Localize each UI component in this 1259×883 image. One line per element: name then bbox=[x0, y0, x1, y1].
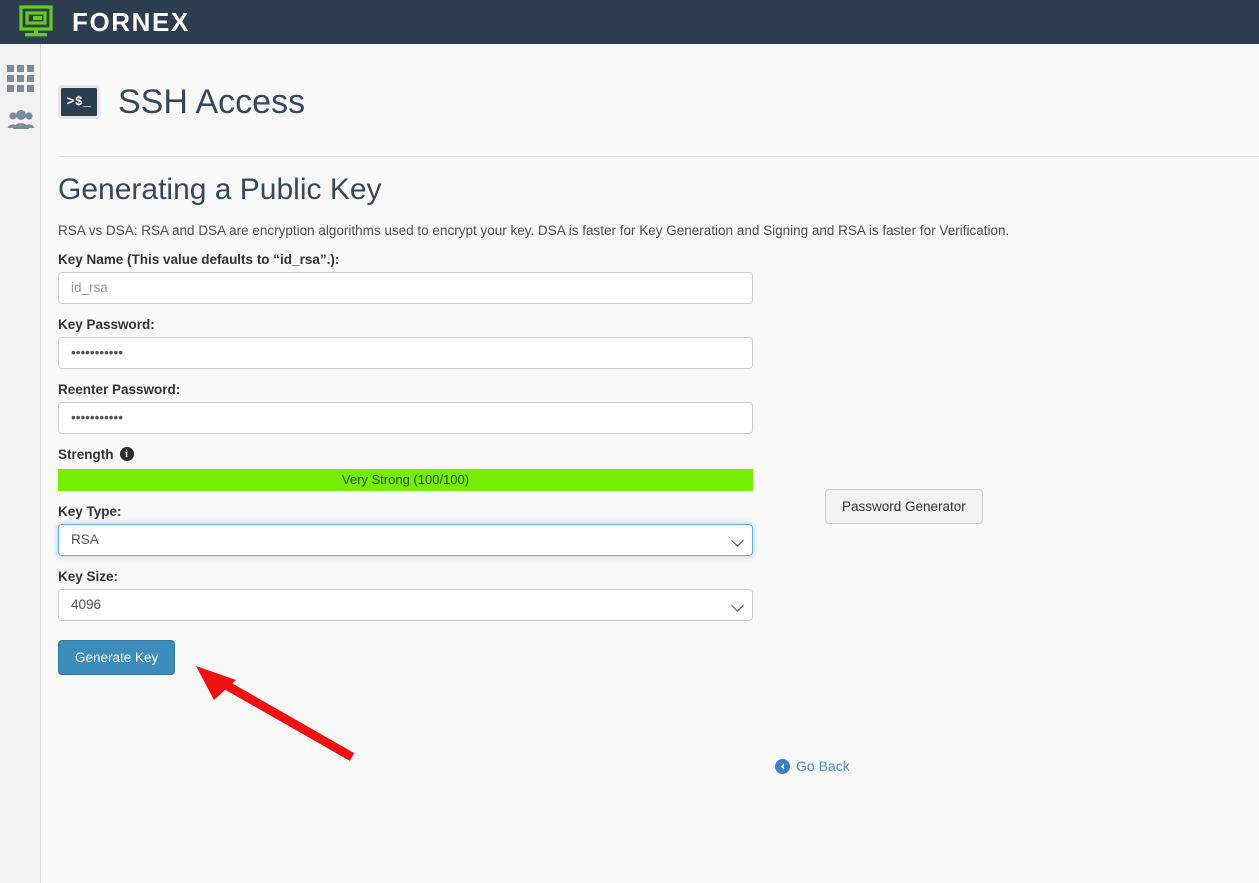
section-title: Generating a Public Key bbox=[58, 172, 382, 206]
go-back-link[interactable]: Go Back bbox=[775, 758, 850, 774]
key-size-field-group: Key Size: bbox=[58, 569, 753, 621]
go-back-label: Go Back bbox=[796, 758, 850, 774]
key-password-label: Key Password: bbox=[58, 316, 155, 332]
password-strength-group: Strength i Very Strong (100/100) bbox=[58, 447, 753, 491]
password-generator-button[interactable]: Password Generator bbox=[825, 489, 983, 524]
key-size-label: Key Size: bbox=[58, 568, 119, 584]
terminal-prompt-icon: >$_ bbox=[58, 84, 100, 119]
key-name-field-group: Key Name (This value defaults to “id_rsa… bbox=[58, 252, 753, 304]
sidebar-item-apps[interactable] bbox=[0, 56, 41, 100]
fornex-maze-monitor-logo[interactable] bbox=[14, 0, 58, 44]
section-description: RSA vs DSA: RSA and DSA are encryption a… bbox=[58, 222, 1010, 238]
strength-meter: Very Strong (100/100) bbox=[58, 468, 753, 491]
strength-label: Strength bbox=[58, 446, 114, 462]
circle-arrow-left-icon bbox=[775, 758, 790, 774]
key-name-input[interactable] bbox=[58, 271, 753, 304]
reenter-password-input[interactable] bbox=[58, 401, 753, 434]
brand-name: FORNEX bbox=[72, 7, 190, 37]
apps-grid-icon bbox=[7, 64, 34, 92]
strength-meter-text: Very Strong (100/100) bbox=[341, 472, 470, 488]
left-sidebar bbox=[0, 44, 41, 883]
key-size-select[interactable] bbox=[58, 588, 753, 621]
key-type-label: Key Type: bbox=[58, 503, 122, 519]
reenter-password-label: Reenter Password: bbox=[58, 381, 181, 397]
header-divider bbox=[58, 155, 1259, 157]
top-bar: FORNEX bbox=[0, 0, 1259, 44]
sidebar-item-users[interactable] bbox=[0, 100, 41, 144]
page-title: SSH Access bbox=[118, 82, 306, 121]
key-password-field-group: Key Password: bbox=[58, 317, 753, 369]
key-type-select[interactable] bbox=[58, 523, 753, 556]
key-type-field-group: Key Type: bbox=[58, 504, 753, 556]
page-header: >$_ SSH Access bbox=[42, 44, 1259, 142]
generate-key-form: Key Name (This value defaults to “id_rsa… bbox=[58, 252, 753, 675]
key-password-input[interactable] bbox=[58, 336, 753, 369]
reenter-password-field-group: Reenter Password: bbox=[58, 382, 753, 434]
main-content: >$_ SSH Access Generating a Public Key R… bbox=[42, 44, 1259, 883]
generate-key-button[interactable]: Generate Key bbox=[58, 639, 176, 675]
info-circle-icon[interactable]: i bbox=[119, 447, 134, 462]
key-name-label: Key Name (This value defaults to “id_rsa… bbox=[58, 251, 340, 267]
users-group-icon bbox=[7, 109, 35, 136]
